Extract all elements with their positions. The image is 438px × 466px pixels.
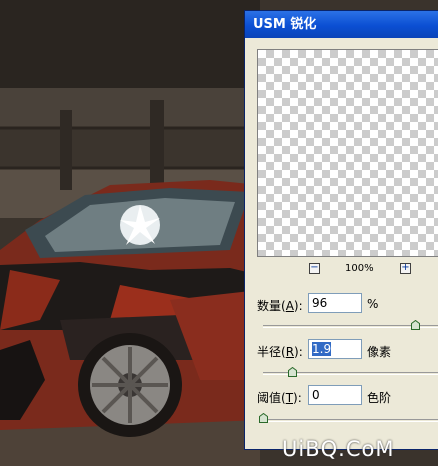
radius-slider-thumb[interactable] xyxy=(288,367,297,377)
amount-label: 数量(A): xyxy=(257,299,303,313)
radius-unit: 像素 xyxy=(367,345,392,359)
usm-sharpen-dialog: USM 锐化 − 100% + 数量(A): 96 % 半径(R): 1.9 像… xyxy=(244,10,438,450)
preview-area[interactable] xyxy=(257,49,438,257)
radius-label: 半径(R): xyxy=(257,345,303,359)
dialog-title[interactable]: USM 锐化 xyxy=(245,11,438,38)
zoom-in-button[interactable]: + xyxy=(400,263,411,274)
amount-input[interactable]: 96 xyxy=(308,293,362,313)
amount-slider-thumb[interactable] xyxy=(411,320,420,330)
zoom-out-button[interactable]: − xyxy=(309,263,320,274)
site-watermark: UiBQ.CoM xyxy=(282,437,395,461)
threshold-input[interactable]: 0 xyxy=(308,385,362,405)
zoom-controls: − 100% + xyxy=(309,263,429,277)
radius-input[interactable]: 1.9 xyxy=(308,339,362,359)
threshold-slider-thumb[interactable] xyxy=(259,413,268,423)
zoom-level: 100% xyxy=(345,263,374,274)
threshold-label: 阈值(T): xyxy=(257,391,302,405)
amount-unit: % xyxy=(367,297,379,311)
threshold-slider-track[interactable] xyxy=(263,419,438,422)
threshold-unit: 色阶 xyxy=(367,391,392,405)
